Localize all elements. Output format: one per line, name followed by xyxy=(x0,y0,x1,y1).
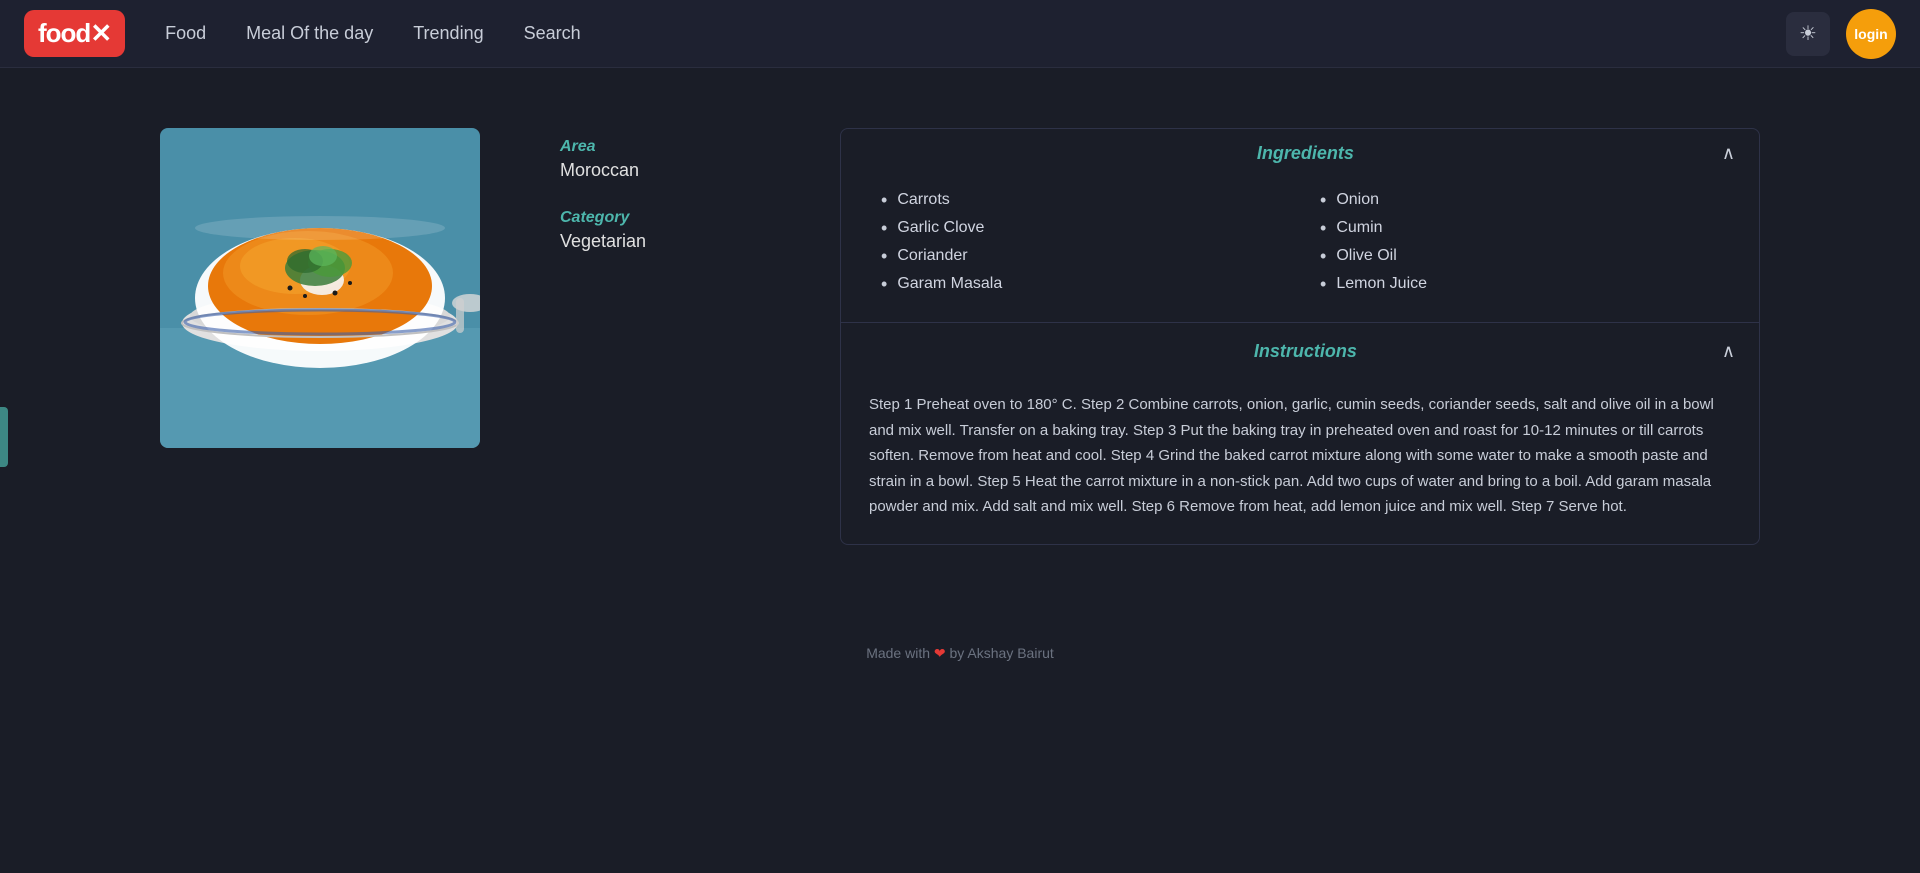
heart-icon: ❤ xyxy=(934,645,946,661)
area-value: Moroccan xyxy=(560,160,760,181)
sun-icon: ☀ xyxy=(1799,21,1817,46)
scroll-indicator xyxy=(0,407,8,467)
ingredient-item: Cumin xyxy=(1320,214,1719,242)
navbar: food✕ Food Meal Of the day Trending Sear… xyxy=(0,0,1920,68)
theme-toggle-button[interactable]: ☀ xyxy=(1786,12,1830,56)
ingredient-item: Garlic Clove xyxy=(881,214,1280,242)
section-divider xyxy=(841,322,1759,323)
nav-meal-of-day[interactable]: Meal Of the day xyxy=(246,19,373,48)
instructions-text: Step 1 Preheat oven to 180° C. Step 2 Co… xyxy=(869,392,1731,520)
ingredient-item: Coriander xyxy=(881,242,1280,270)
recipe-image-wrapper xyxy=(160,128,480,448)
area-label: Area xyxy=(560,138,760,156)
footer-text: Made with ❤ by Akshay Bairut xyxy=(866,645,1054,661)
ingredients-grid: Carrots Garlic Clove Coriander Garam Mas… xyxy=(841,178,1759,318)
nav-actions: ☀ login xyxy=(1786,9,1896,59)
nav-food[interactable]: Food xyxy=(165,19,206,48)
ingredient-item: Carrots xyxy=(881,186,1280,214)
nav-links: Food Meal Of the day Trending Search xyxy=(165,19,1786,48)
recipe-meta: Area Moroccan Category Vegetarian xyxy=(560,128,760,280)
recipe-image xyxy=(160,128,480,448)
brand-logo[interactable]: food✕ xyxy=(24,10,125,57)
instructions-body: Step 1 Preheat oven to 180° C. Step 2 Co… xyxy=(841,376,1759,544)
instructions-toggle-button[interactable]: ∧ xyxy=(1722,341,1735,362)
nav-trending[interactable]: Trending xyxy=(413,19,483,48)
ingredients-left-col: Carrots Garlic Clove Coriander Garam Mas… xyxy=(881,186,1280,298)
ingredient-item: Lemon Juice xyxy=(1320,270,1719,298)
instructions-header: Instructions ∧ xyxy=(841,327,1759,376)
ingredients-title: Ingredients xyxy=(889,143,1722,164)
category-value: Vegetarian xyxy=(560,231,760,252)
ingredient-item: Olive Oil xyxy=(1320,242,1719,270)
nav-search[interactable]: Search xyxy=(524,19,581,48)
ingredient-item: Onion xyxy=(1320,186,1719,214)
ingredients-toggle-button[interactable]: ∧ xyxy=(1722,143,1735,164)
main-content: Area Moroccan Category Vegetarian Ingred… xyxy=(0,68,1920,585)
ingredient-item: Garam Masala xyxy=(881,270,1280,298)
ingredients-header: Ingredients ∧ xyxy=(841,129,1759,178)
instructions-title: Instructions xyxy=(889,341,1722,362)
brand-x: ✕ xyxy=(90,18,111,49)
login-button[interactable]: login xyxy=(1846,9,1896,59)
ingredients-right-col: Onion Cumin Olive Oil Lemon Juice xyxy=(1320,186,1719,298)
category-label: Category xyxy=(560,209,760,227)
recipe-details: Ingredients ∧ Carrots Garlic Clove Coria… xyxy=(840,128,1760,545)
brand-name: food xyxy=(38,18,90,49)
footer: Made with ❤ by Akshay Bairut xyxy=(0,625,1920,682)
